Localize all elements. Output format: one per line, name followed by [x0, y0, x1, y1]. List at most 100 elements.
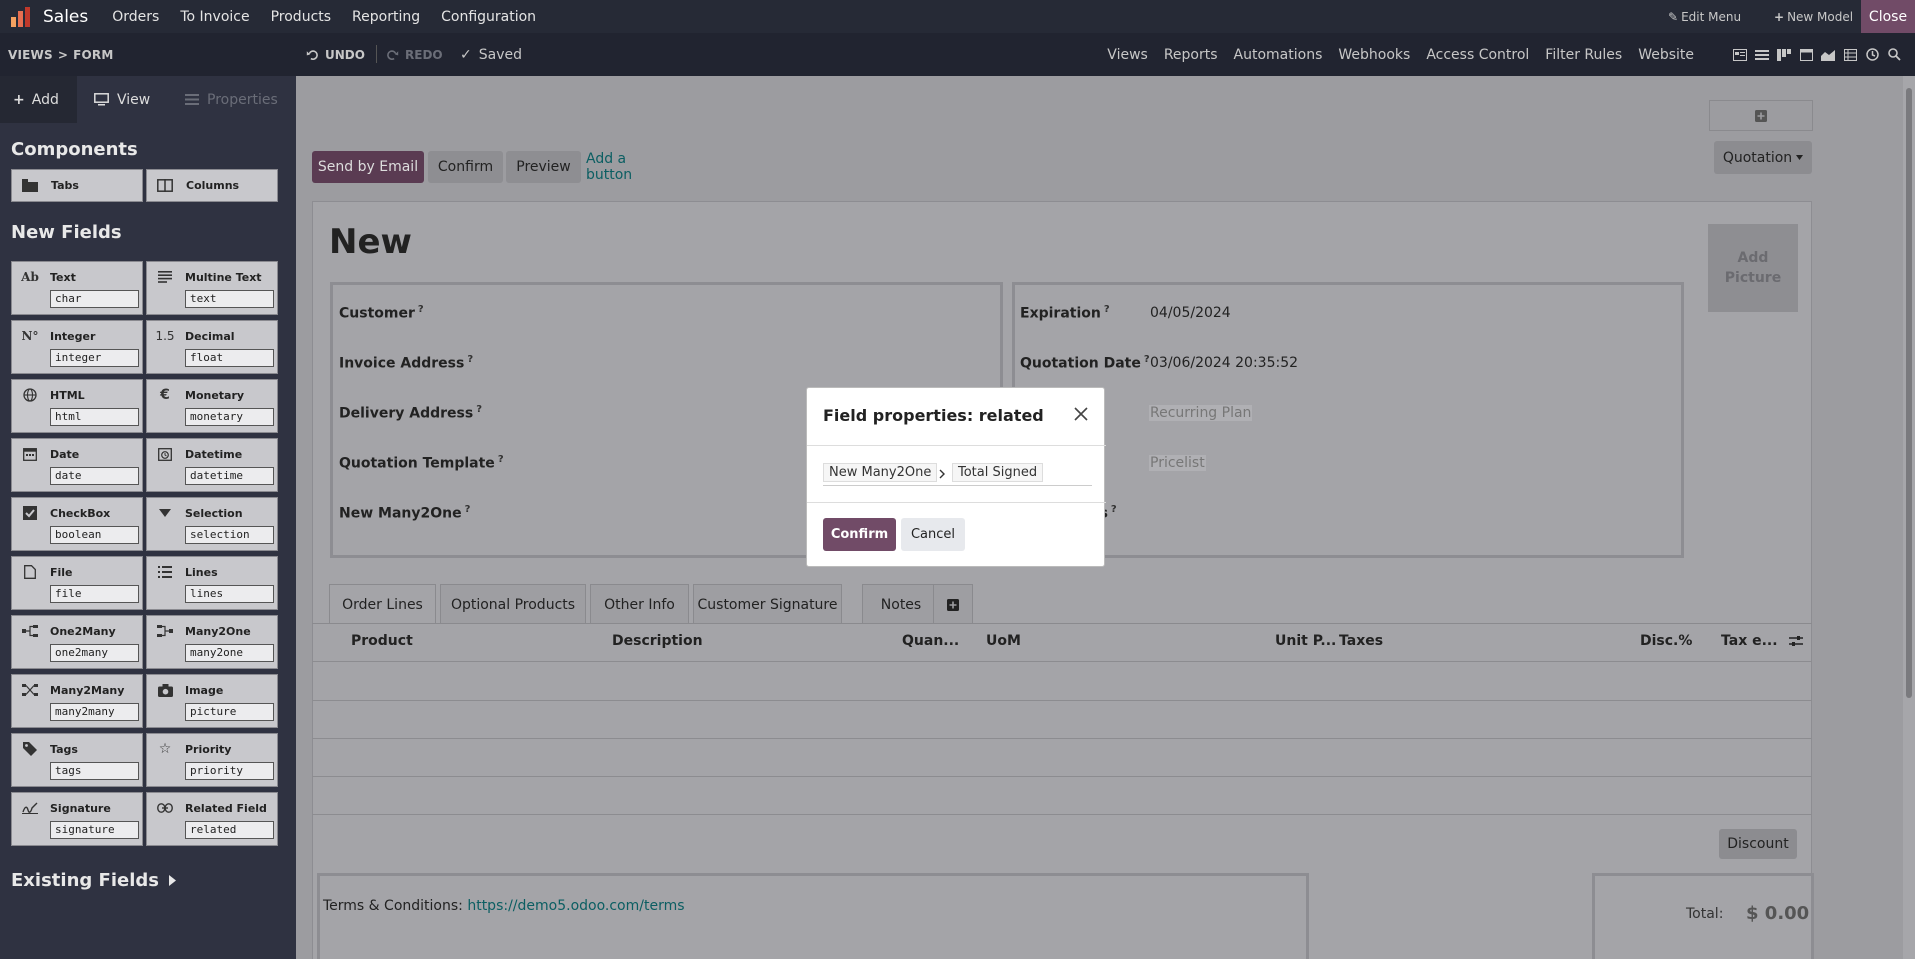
- field-lines[interactable]: Lines lines: [146, 556, 278, 610]
- add-tab-button[interactable]: [933, 584, 973, 624]
- field-related[interactable]: Related Field related: [146, 792, 278, 846]
- field-monetary[interactable]: € Monetary monetary: [146, 379, 278, 433]
- field-image[interactable]: Image picture: [146, 674, 278, 728]
- expiration-label[interactable]: Expiration?: [1020, 304, 1110, 322]
- link-website[interactable]: Website: [1638, 47, 1694, 63]
- customer-label[interactable]: Customer?: [339, 304, 424, 322]
- quotation-date-value[interactable]: 03/06/2024 20:35:52: [1150, 355, 1298, 371]
- new-model-button[interactable]: + New Model: [1774, 0, 1853, 33]
- kanban-view-icon[interactable]: [1773, 48, 1795, 61]
- related-path-segment[interactable]: New Many2One: [823, 463, 938, 482]
- link-filter-rules[interactable]: Filter Rules: [1545, 47, 1622, 63]
- close-studio-button[interactable]: Close: [1861, 0, 1915, 33]
- tab-properties[interactable]: Properties: [173, 76, 296, 123]
- link-webhooks[interactable]: Webhooks: [1338, 47, 1410, 63]
- column-tax-excluded[interactable]: Tax e...: [1721, 633, 1778, 649]
- field-label: Image: [185, 684, 224, 697]
- list-view-icon[interactable]: [1751, 49, 1773, 61]
- field-tags[interactable]: Tags tags: [11, 733, 143, 787]
- confirm-button[interactable]: Confirm: [823, 518, 896, 551]
- invoice-address-label[interactable]: Invoice Address?: [339, 354, 473, 372]
- menu-products[interactable]: Products: [271, 9, 331, 25]
- add-a-button-link[interactable]: Add a button: [586, 151, 676, 183]
- scrollbar[interactable]: [1903, 76, 1915, 959]
- column-uom[interactable]: UoM: [986, 633, 1021, 649]
- confirm-header-button[interactable]: Confirm: [428, 151, 503, 183]
- menu-reporting[interactable]: Reporting: [352, 9, 420, 25]
- preview-button[interactable]: Preview: [506, 151, 581, 183]
- field-checkbox[interactable]: CheckBox boolean: [11, 497, 143, 551]
- column-taxes[interactable]: Taxes: [1339, 633, 1383, 649]
- recurring-plan-input[interactable]: Recurring Plan: [1149, 405, 1253, 421]
- field-one2many[interactable]: One2Many one2many: [11, 615, 143, 669]
- menu-configuration[interactable]: Configuration: [441, 9, 536, 25]
- search-view-icon[interactable]: [1883, 48, 1905, 61]
- breadcrumb-views[interactable]: VIEWS: [8, 48, 53, 62]
- field-html[interactable]: HTML html: [11, 379, 143, 433]
- column-description[interactable]: Description: [612, 633, 703, 649]
- field-selection[interactable]: Selection selection: [146, 497, 278, 551]
- expiration-value[interactable]: 04/05/2024: [1150, 305, 1231, 321]
- field-integer[interactable]: N° Integer integer: [11, 320, 143, 374]
- add-smart-button[interactable]: [1709, 100, 1813, 131]
- field-date[interactable]: Date date: [11, 438, 143, 492]
- component-columns[interactable]: Columns: [146, 169, 278, 202]
- field-text[interactable]: Ab Text char: [11, 261, 143, 315]
- pivot-view-icon[interactable]: [1839, 48, 1861, 61]
- tab-notes[interactable]: Notes: [862, 584, 940, 624]
- column-product[interactable]: Product: [351, 633, 413, 649]
- redo-button[interactable]: REDO: [386, 33, 443, 76]
- link-access-control[interactable]: Access Control: [1426, 47, 1529, 63]
- quotation-template-label[interactable]: Quotation Template?: [339, 454, 504, 472]
- tab-customer-signature[interactable]: Customer Signature: [693, 584, 842, 624]
- tab-view[interactable]: View: [77, 76, 173, 123]
- field-type: char: [50, 290, 139, 308]
- activity-view-icon[interactable]: [1861, 48, 1883, 61]
- close-icon[interactable]: [1072, 405, 1090, 423]
- link-reports[interactable]: Reports: [1164, 47, 1218, 63]
- new-many2one-label[interactable]: New Many2One?: [339, 504, 470, 522]
- tab-add[interactable]: + Add: [0, 76, 77, 123]
- undo-button[interactable]: UNDO: [306, 33, 365, 76]
- undo-icon: [306, 50, 318, 60]
- field-label: Multine Text: [185, 271, 262, 284]
- discount-button[interactable]: Discount: [1719, 829, 1797, 859]
- field-datetime[interactable]: Datetime datetime: [146, 438, 278, 492]
- related-path-segment[interactable]: Total Signed: [952, 463, 1044, 482]
- delivery-address-label[interactable]: Delivery Address?: [339, 404, 482, 422]
- tab-order-lines[interactable]: Order Lines: [329, 584, 436, 624]
- link-automations[interactable]: Automations: [1234, 47, 1323, 63]
- field-priority[interactable]: ☆ Priority priority: [146, 733, 278, 787]
- column-unit-price[interactable]: Unit P...: [1275, 633, 1336, 649]
- pricelist-input[interactable]: Pricelist: [1149, 455, 1206, 471]
- field-multiline-text[interactable]: Multine Text text: [146, 261, 278, 315]
- send-by-email-button[interactable]: Send by Email: [312, 151, 424, 183]
- column-settings-icon[interactable]: [1789, 635, 1803, 647]
- column-quantity[interactable]: Quan...: [902, 633, 959, 649]
- link-views[interactable]: Views: [1107, 47, 1148, 63]
- status-dropdown[interactable]: Quotation: [1714, 141, 1812, 174]
- column-discount[interactable]: Disc.%: [1640, 633, 1692, 649]
- field-many2one[interactable]: Many2One many2one: [146, 615, 278, 669]
- terms-link[interactable]: https://demo5.odoo.com/terms: [467, 898, 684, 914]
- component-tabs[interactable]: Tabs: [11, 169, 143, 202]
- menu-orders[interactable]: Orders: [112, 9, 159, 25]
- app-name[interactable]: Sales: [43, 7, 88, 27]
- quotation-date-label[interactable]: Quotation Date?: [1020, 354, 1150, 372]
- existing-fields-toggle[interactable]: Existing Fields: [11, 870, 176, 891]
- sales-app-icon[interactable]: [9, 5, 33, 29]
- tab-other-info[interactable]: Other Info: [590, 584, 689, 624]
- scrollbar-thumb[interactable]: [1906, 88, 1912, 698]
- field-file[interactable]: File file: [11, 556, 143, 610]
- menu-to-invoice[interactable]: To Invoice: [180, 9, 249, 25]
- tab-optional-products[interactable]: Optional Products: [440, 584, 586, 624]
- form-view-icon[interactable]: [1729, 48, 1751, 61]
- field-signature[interactable]: Signature signature: [11, 792, 143, 846]
- graph-view-icon[interactable]: [1817, 49, 1839, 61]
- field-decimal[interactable]: 1.5 Decimal float: [146, 320, 278, 374]
- cancel-button[interactable]: Cancel: [901, 518, 965, 551]
- add-picture-placeholder[interactable]: Add Picture: [1708, 224, 1798, 312]
- edit-menu-button[interactable]: ✎ Edit Menu: [1668, 0, 1741, 33]
- calendar-view-icon[interactable]: [1795, 48, 1817, 61]
- field-many2many[interactable]: Many2Many many2many: [11, 674, 143, 728]
